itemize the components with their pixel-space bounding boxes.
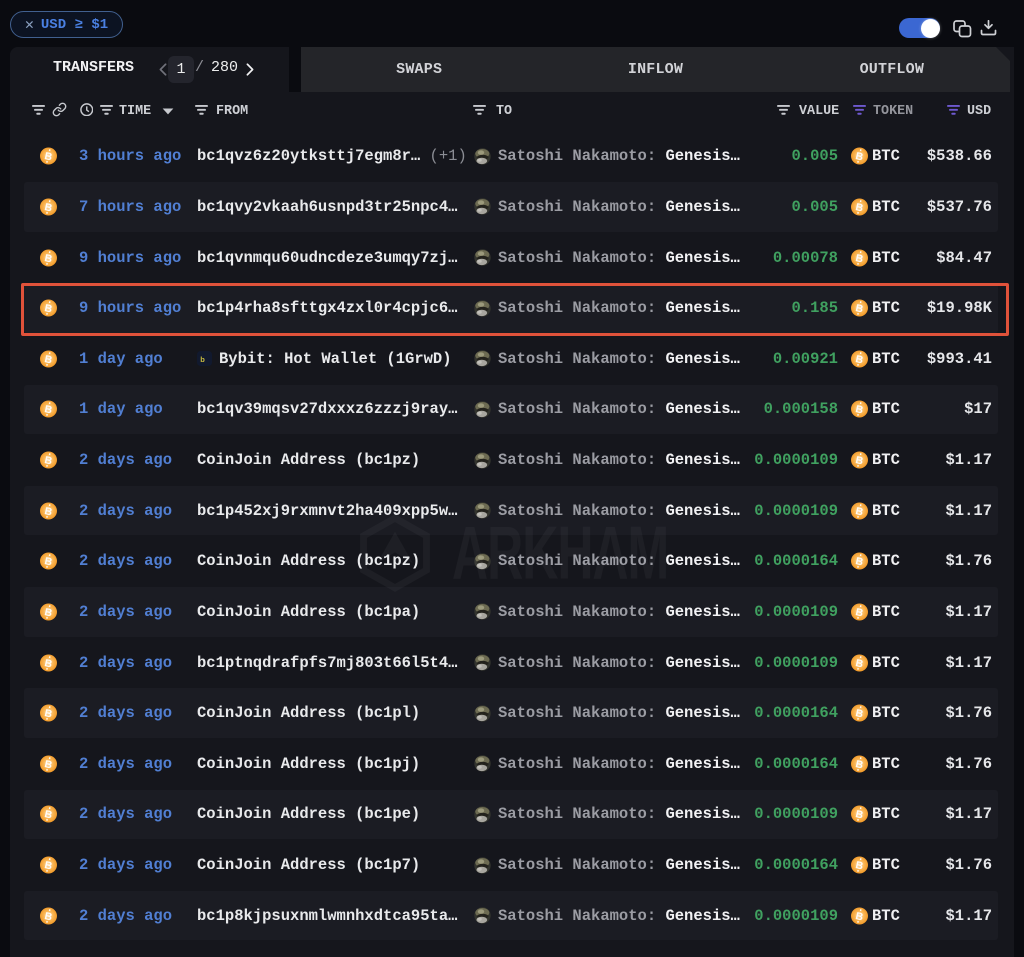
svg-text:b: b — [200, 355, 205, 364]
